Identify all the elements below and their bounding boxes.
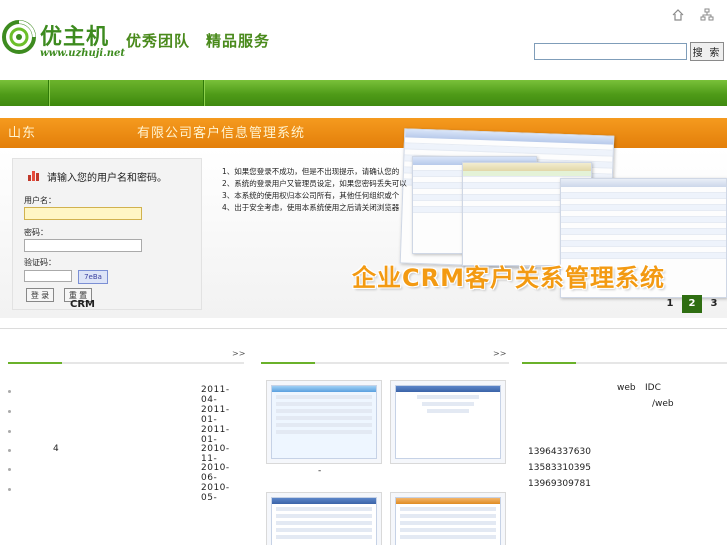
contact-idc: IDC	[645, 383, 661, 393]
nav-divider	[48, 80, 50, 106]
hero-banner: 山东 有限公司客户信息管理系统 企业CRM客户关系管理系统 请输入您的用户名和密…	[0, 118, 727, 318]
contact-phone[interactable]: 13964337630	[528, 447, 591, 457]
news-date: 2010-05-	[201, 483, 230, 503]
bullet-icon	[8, 430, 11, 433]
cases-header-bar	[261, 362, 509, 364]
banner-title-strip	[0, 118, 727, 148]
content-area: >> 2011-04- 2011-01- 2011-01- 4 2010-11-…	[0, 328, 727, 545]
crm-headline: 企业CRM客户关系管理系统	[352, 264, 665, 292]
login-notice: 1、如果您登录不成功，但是不出现提示，请确认您的 2、系统的登录用户又管理员设定…	[222, 166, 412, 214]
news-date: 2011-01-	[201, 405, 230, 425]
username-field[interactable]	[24, 207, 142, 220]
cases-more-link[interactable]: >>	[493, 349, 506, 358]
pager-item-2[interactable]: 2	[682, 295, 702, 313]
bullet-icon	[8, 410, 11, 413]
thumbnail-caption: -	[318, 466, 322, 476]
page: 优主机 www.uzhuji.net 优秀团队 精品服务 搜 索 山东 有限公司…	[0, 0, 727, 545]
notice-line: 3、本系统的使用权归本公司所有，其他任何组织或个	[222, 191, 400, 200]
username-label: 用户名：	[24, 196, 56, 205]
search-button[interactable]: 搜 索	[690, 42, 724, 61]
nav-item-active[interactable]	[48, 80, 203, 106]
notice-line: 2、系统的登录用户又管理员设定，如果您密码丢失可以	[222, 179, 407, 188]
crm-login-label: CRM	[70, 299, 95, 310]
captcha-label: 验证码：	[24, 258, 56, 267]
banner-title-system: 有限公司客户信息管理系统	[137, 126, 306, 141]
contact-phone[interactable]: 13583310395	[528, 463, 591, 473]
list-item[interactable]: 2010-05-	[8, 483, 244, 503]
contact-web-service: /web	[652, 399, 674, 409]
home-icon[interactable]	[671, 8, 685, 22]
search-input[interactable]	[534, 43, 687, 60]
case-thumbnail[interactable]	[390, 380, 506, 464]
captcha-field[interactable]	[24, 270, 72, 282]
news-header-bar	[8, 362, 244, 364]
bullet-icon	[8, 468, 11, 471]
login-button[interactable]: 登 录	[26, 288, 54, 302]
notice-line: 4、出于安全考虑，使用本系统使用之后请关闭浏览器	[222, 203, 400, 212]
notice-line: 1、如果您登录不成功，但是不出现提示，请确认您的	[222, 167, 400, 176]
password-field[interactable]	[24, 239, 142, 252]
captcha-image[interactable]: 7eBa	[78, 270, 108, 284]
case-thumbnail[interactable]	[266, 492, 382, 545]
list-item[interactable]: 2011-04-	[8, 385, 244, 405]
logo-text: 优主机	[40, 25, 110, 50]
list-item[interactable]: 4 2010-11-	[8, 444, 244, 464]
banner-title-region: 山东	[8, 126, 37, 141]
news-date: 2011-01-	[201, 425, 230, 445]
sitemap-icon[interactable]	[700, 8, 714, 22]
list-item[interactable]: 2011-01-	[8, 405, 244, 425]
bullet-icon	[8, 488, 11, 491]
site-logo[interactable]: 优主机 www.uzhuji.net	[0, 18, 125, 64]
contact-web: web	[617, 383, 636, 393]
news-date: 2010-11-	[201, 444, 230, 464]
password-label: 密码：	[24, 228, 48, 237]
contact-header-bar	[522, 362, 727, 364]
bar-chart-icon	[28, 171, 39, 181]
nav-divider	[203, 80, 205, 106]
bullet-icon	[8, 390, 11, 393]
contact-phone[interactable]: 13969309781	[528, 479, 591, 489]
list-item[interactable]: 2010-06-	[8, 463, 244, 483]
logo-url: www.uzhuji.net	[40, 48, 125, 59]
main-nav	[0, 80, 727, 106]
case-thumbnail[interactable]	[266, 380, 382, 464]
pager-item-1[interactable]: 1	[660, 295, 680, 313]
news-date: 2011-04-	[201, 385, 230, 405]
news-more-link[interactable]: >>	[232, 349, 245, 358]
list-item[interactable]: 2011-01-	[8, 425, 244, 445]
login-prompt: 请输入您的用户名和密码。	[47, 173, 167, 184]
case-thumbnail[interactable]	[390, 492, 506, 545]
news-date: 2010-06-	[201, 463, 230, 483]
pager-item-3[interactable]: 3	[704, 295, 724, 313]
site-slogan: 优秀团队 精品服务	[126, 32, 271, 50]
news-title[interactable]: 4	[53, 444, 59, 454]
logo-swirl-icon	[2, 20, 36, 54]
bullet-icon	[8, 449, 11, 452]
